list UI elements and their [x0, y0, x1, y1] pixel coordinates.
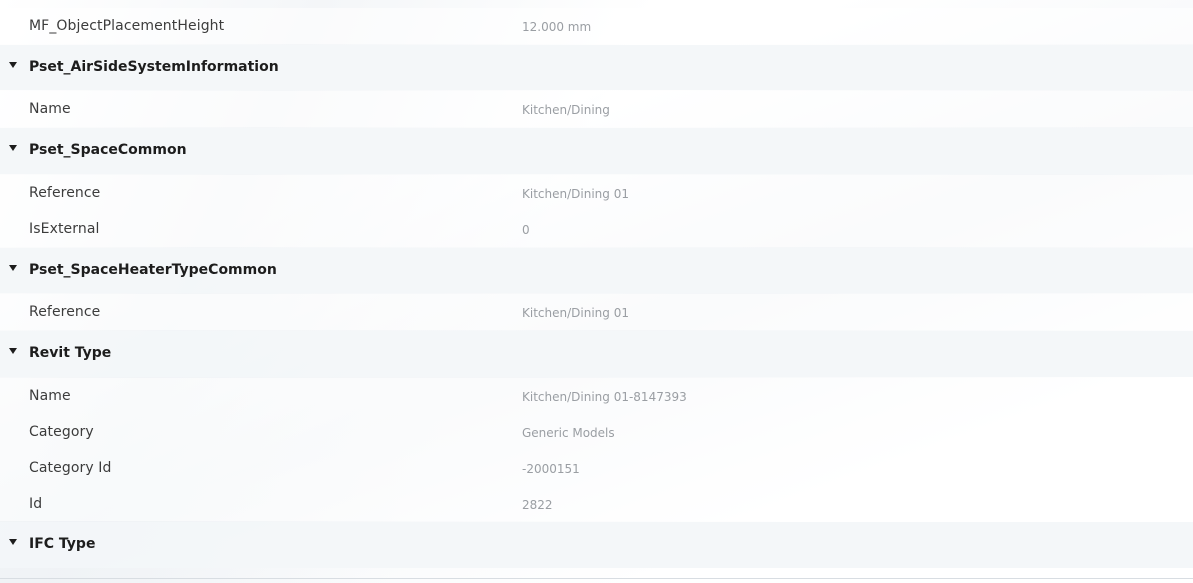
property-row-mf-objectplacementheight: MF_ObjectPlacementHeight 12.000 mm: [0, 8, 1193, 44]
group-header-revit-type[interactable]: Revit Type: [0, 331, 1193, 377]
group-header-pset-spacecommon[interactable]: Pset_SpaceCommon: [0, 128, 1193, 174]
property-value: 12.000 mm: [522, 20, 592, 34]
property-label: IsExternal: [29, 221, 100, 237]
caret-down-icon[interactable]: [9, 62, 17, 68]
property-value: -2000151: [522, 462, 580, 476]
caret-down-icon[interactable]: [9, 265, 17, 271]
property-row-category: Category Generic Models: [0, 414, 1193, 450]
property-row-reference: Reference Kitchen/Dining 01: [0, 294, 1193, 330]
property-row-reference: Reference Kitchen/Dining 01: [0, 175, 1193, 211]
property-row-isexternal: IsExternal 0: [0, 211, 1193, 247]
group-label: Pset_SpaceHeaterTypeCommon: [29, 262, 277, 278]
property-label: Id: [29, 496, 43, 512]
group-label: IFC Type: [29, 536, 96, 552]
property-label: Reference: [29, 304, 101, 320]
property-row-name: Name Kitchen/Dining 01-8147393: [0, 378, 1193, 414]
group-header-ifc-type[interactable]: IFC Type: [0, 522, 1193, 568]
caret-down-icon[interactable]: [9, 348, 17, 354]
property-value: Kitchen/Dining 01: [522, 306, 629, 320]
property-value: Kitchen/Dining 01: [522, 187, 629, 201]
group-header-pset-airsidesysteminformation[interactable]: Pset_AirSideSystemInformation: [0, 45, 1193, 90]
properties-panel: MF_ObjectPlacementHeight 12.000 mm Pset_…: [0, 0, 1193, 583]
property-row-category-id: Category Id -2000151: [0, 450, 1193, 486]
property-value: Kitchen/Dining 01-8147393: [522, 390, 687, 404]
property-value: Generic Models: [522, 426, 615, 440]
group-label: Pset_AirSideSystemInformation: [29, 59, 279, 75]
caret-down-icon[interactable]: [9, 145, 17, 151]
property-label: Category Id: [29, 460, 112, 476]
property-label: Name: [29, 388, 71, 404]
property-label: Name: [29, 101, 71, 117]
group-header-pset-spaceheatertypecommon[interactable]: Pset_SpaceHeaterTypeCommon: [0, 248, 1193, 293]
property-label: Category: [29, 424, 94, 440]
property-label: Reference: [29, 185, 101, 201]
property-row-id: Id 2822: [0, 486, 1193, 521]
property-value: Kitchen/Dining: [522, 103, 610, 117]
caret-down-icon[interactable]: [9, 539, 17, 545]
group-label: Revit Type: [29, 345, 112, 361]
property-value: 0: [522, 223, 530, 237]
panel-bottom-divider: [0, 578, 1193, 579]
group-label: Pset_SpaceCommon: [29, 142, 187, 158]
property-value: 2822: [522, 498, 553, 512]
property-label: MF_ObjectPlacementHeight: [29, 18, 225, 34]
property-row-name: Name Kitchen/Dining: [0, 91, 1193, 127]
